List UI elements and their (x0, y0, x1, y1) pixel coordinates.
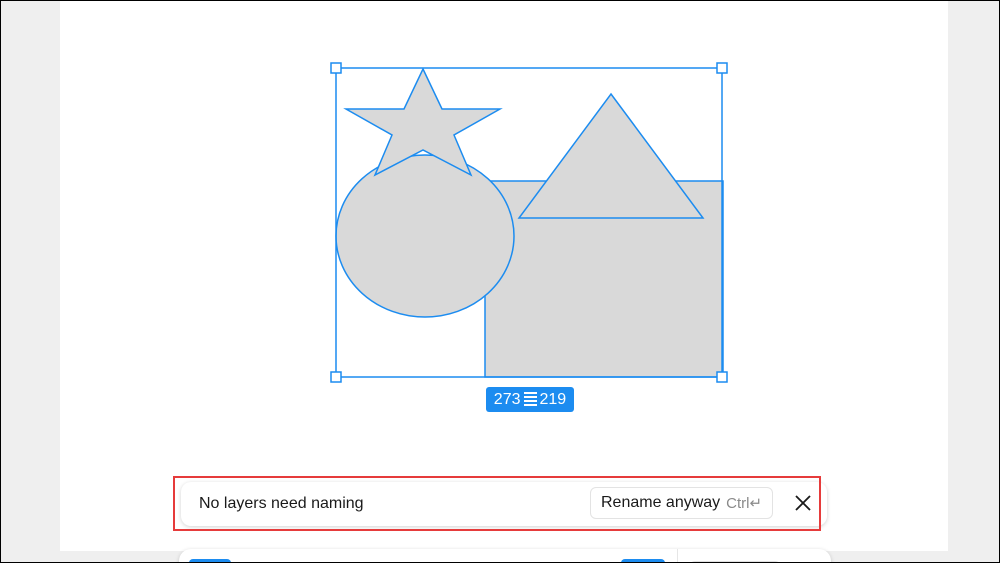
selection-height: 219 (539, 390, 567, 408)
ellipse-shape[interactable] (335, 154, 515, 318)
resize-handle-bottom-right[interactable] (716, 371, 728, 383)
bottom-toolbar (179, 549, 831, 562)
toolbar-button-left[interactable] (189, 559, 231, 562)
app-window: 273 219 No layers need naming Rename any… (0, 0, 1000, 563)
resize-handle-top-left[interactable] (330, 62, 342, 74)
toolbar-button-right[interactable] (621, 559, 665, 562)
dimension-separator-icon (523, 391, 537, 408)
resize-handle-top-right[interactable] (716, 62, 728, 74)
resize-handle-bottom-left[interactable] (330, 371, 342, 383)
selection-size-badge: 273 219 (486, 387, 574, 412)
rename-toast: No layers need naming Rename anyway Ctrl… (181, 482, 827, 526)
keyboard-shortcut-hint: Ctrl↵ (726, 495, 763, 512)
triangle-shape[interactable] (517, 92, 705, 219)
toolbar-divider (677, 549, 678, 562)
selection-width: 273 (493, 390, 521, 408)
close-icon[interactable] (793, 493, 813, 513)
design-canvas[interactable] (1, 1, 1000, 563)
toast-message: No layers need naming (199, 495, 364, 512)
rename-anyway-label: Rename anyway (601, 494, 721, 511)
rename-anyway-button[interactable]: Rename anyway Ctrl↵ (590, 487, 774, 519)
